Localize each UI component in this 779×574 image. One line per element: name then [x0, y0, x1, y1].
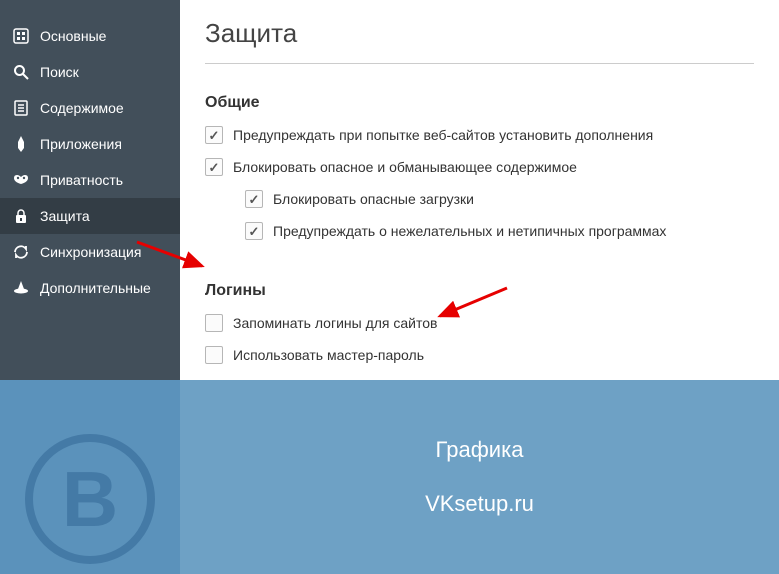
sidebar-item-label: Дополнительные: [40, 280, 151, 296]
checkbox-label: Предупреждать о нежелательных и нетипичн…: [273, 223, 666, 239]
banner-logo-area: В: [0, 380, 180, 574]
lock-icon: [10, 207, 32, 225]
sidebar-item-label: Приложения: [40, 136, 122, 152]
sidebar-item-privacy[interactable]: Приватность: [0, 162, 180, 198]
checkbox-row-warn-unwanted: Предупреждать о нежелательных и нетипичн…: [245, 222, 754, 240]
sync-icon: [10, 243, 32, 261]
search-icon: [10, 63, 32, 81]
checkbox-label: Предупреждать при попытке веб-сайтов уст…: [233, 127, 653, 143]
checkbox-block-dangerous[interactable]: [205, 158, 223, 176]
panel-icon: [10, 27, 32, 45]
sidebar-item-search[interactable]: Поиск: [0, 54, 180, 90]
footer-banner: В Графика VKsetup.ru: [0, 380, 779, 574]
checkbox-warn-addons[interactable]: [205, 126, 223, 144]
checkbox-warn-unwanted[interactable]: [245, 222, 263, 240]
checkbox-master-password[interactable]: [205, 346, 223, 364]
checkbox-block-downloads[interactable]: [245, 190, 263, 208]
sidebar-item-label: Приватность: [40, 172, 123, 188]
logo-letter: В: [62, 460, 118, 538]
sidebar-item-label: Основные: [40, 28, 106, 44]
sidebar-item-label: Синхронизация: [40, 244, 141, 260]
rocket-icon: [10, 135, 32, 153]
checkbox-row-warn-addons: Предупреждать при попытке веб-сайтов уст…: [205, 126, 754, 144]
document-icon: [10, 99, 32, 117]
sidebar-item-applications[interactable]: Приложения: [0, 126, 180, 162]
mask-icon: [10, 171, 32, 189]
sidebar-item-label: Защита: [40, 208, 90, 224]
checkbox-row-block-downloads: Блокировать опасные загрузки: [245, 190, 754, 208]
sidebar-item-sync[interactable]: Синхронизация: [0, 234, 180, 270]
checkbox-label: Запоминать логины для сайтов: [233, 315, 437, 331]
checkbox-label: Блокировать опасные загрузки: [273, 191, 474, 207]
banner-text-area: Графика VKsetup.ru: [180, 380, 779, 574]
sidebar-item-content[interactable]: Содержимое: [0, 90, 180, 126]
page-title: Защита: [205, 18, 754, 64]
banner-line1: Графика: [436, 437, 524, 463]
checkbox-label: Использовать мастер-пароль: [233, 347, 424, 363]
banner-line2: VKsetup.ru: [425, 491, 534, 517]
checkbox-row-block-dangerous: Блокировать опасное и обманывающее содер…: [205, 158, 754, 176]
section-heading-logins: Логины: [205, 282, 754, 300]
hat-icon: [10, 279, 32, 297]
checkbox-row-master-password: Использовать мастер-пароль: [205, 346, 754, 364]
checkbox-label: Блокировать опасное и обманывающее содер…: [233, 159, 577, 175]
sidebar-item-label: Поиск: [40, 64, 79, 80]
section-heading-general: Общие: [205, 94, 754, 112]
sidebar-item-label: Содержимое: [40, 100, 124, 116]
checkbox-row-remember-logins: Запоминать логины для сайтов: [205, 314, 754, 332]
sidebar-item-advanced[interactable]: Дополнительные: [0, 270, 180, 306]
checkbox-remember-logins[interactable]: [205, 314, 223, 332]
sidebar-item-security[interactable]: Защита: [0, 198, 180, 234]
logo-ring: В: [25, 434, 155, 564]
sidebar-item-general[interactable]: Основные: [0, 18, 180, 54]
